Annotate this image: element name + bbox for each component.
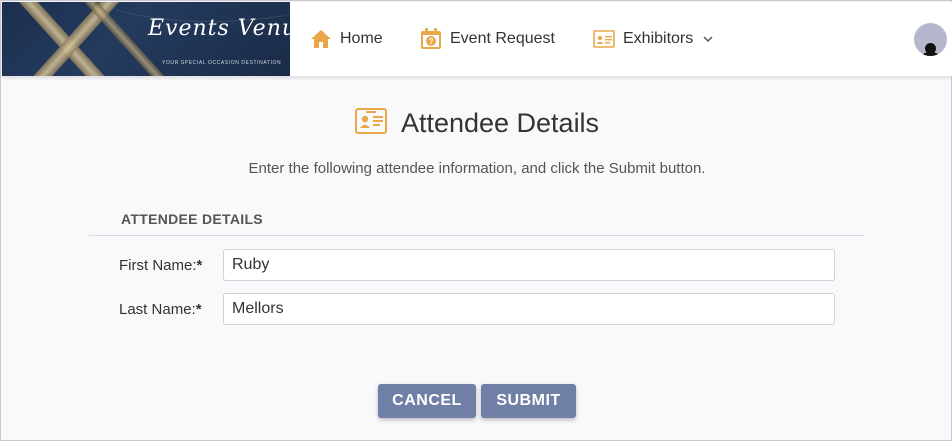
home-icon <box>310 29 332 49</box>
nav-event-request[interactable]: ? Event Request <box>420 2 555 76</box>
chevron-down-icon <box>703 35 713 43</box>
venue-logo[interactable]: Events Venue YOUR SPECIAL OCCASION DESTI… <box>2 2 290 76</box>
nav-event-request-label: Event Request <box>450 30 555 47</box>
section-title: ATTENDEE DETAILS <box>121 211 263 227</box>
id-card-icon <box>354 107 387 139</box>
page-header: Attendee Details <box>1 103 952 143</box>
logo-subtitle: YOUR SPECIAL OCCASION DESTINATION <box>162 60 282 66</box>
nav-home[interactable]: Home <box>310 2 383 76</box>
submit-button[interactable]: SUBMIT <box>481 384 576 418</box>
app-window: Events Venue YOUR SPECIAL OCCASION DESTI… <box>0 0 952 441</box>
required-marker: * <box>195 301 202 318</box>
first-name-label-text: First Name: <box>119 257 197 274</box>
first-name-field[interactable] <box>223 249 835 281</box>
logo-title: Events Venue <box>148 16 290 41</box>
nav-exhibitors[interactable]: Exhibitors <box>593 2 713 76</box>
intro-text: Enter the following attendee information… <box>248 160 706 177</box>
last-name-label-text: Last Name: <box>119 301 196 318</box>
id-card-icon <box>593 30 615 48</box>
user-avatar-icon[interactable] <box>914 23 947 56</box>
calendar-question-icon: ? <box>420 28 442 50</box>
required-marker: * <box>196 257 203 274</box>
last-name-label: Last Name:* <box>119 301 202 318</box>
section-divider <box>89 235 865 236</box>
nav-home-label: Home <box>340 30 383 47</box>
last-name-field[interactable] <box>223 293 835 325</box>
page-title: Attendee Details <box>400 107 600 138</box>
avatar-head <box>925 43 936 54</box>
nav-exhibitors-label: Exhibitors <box>623 30 694 47</box>
top-nav-bar: Events Venue YOUR SPECIAL OCCASION DESTI… <box>2 2 952 76</box>
cancel-button[interactable]: CANCEL <box>378 384 476 418</box>
first-name-label: First Name:* <box>119 257 202 274</box>
svg-text:?: ? <box>429 37 434 46</box>
